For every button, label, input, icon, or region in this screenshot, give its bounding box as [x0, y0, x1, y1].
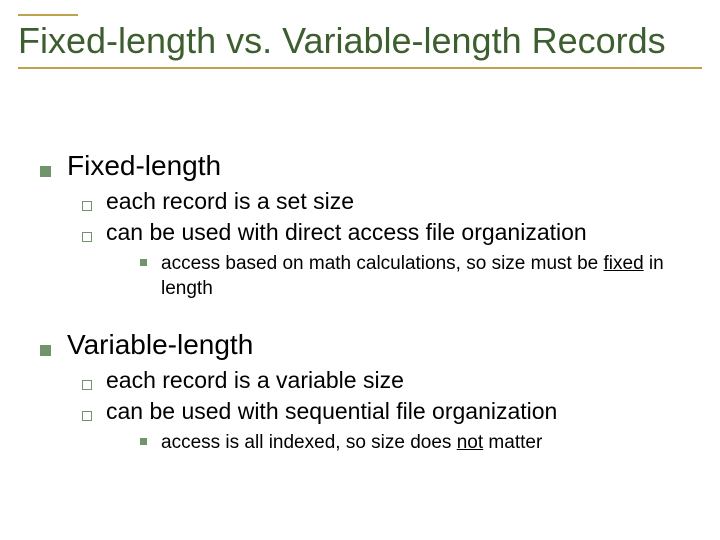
- slide-body: Fixed-length each record is a set size c…: [40, 140, 690, 460]
- title-block: Fixed-length vs. Variable-length Records: [18, 14, 702, 69]
- sub-bullet-text: access based on math calculations, so si…: [161, 252, 690, 301]
- slide: { "title": "Fixed-length vs. Variable-le…: [0, 0, 720, 540]
- sub-bullet-text: access is all indexed, so size does not …: [161, 431, 542, 456]
- slide-title: Fixed-length vs. Variable-length Records: [18, 18, 702, 67]
- title-rule-bottom: [18, 67, 702, 69]
- bullet-text: can be used with sequential file organiz…: [106, 398, 557, 425]
- heading-text: Variable-length: [67, 329, 253, 361]
- text-run: access based on math calculations, so si…: [161, 253, 604, 274]
- bullet-item: each record is a set size: [82, 188, 690, 215]
- spacer: [40, 305, 690, 319]
- bullet-item: each record is a variable size: [82, 367, 690, 394]
- small-square-bullet-icon: [140, 438, 147, 445]
- bullet-text: each record is a variable size: [106, 367, 404, 394]
- bullet-item: can be used with sequential file organiz…: [82, 398, 690, 425]
- sub-bullet-item: access is all indexed, so size does not …: [140, 431, 690, 456]
- underlined-text: not: [457, 432, 483, 453]
- section-heading: Fixed-length: [40, 150, 690, 182]
- hollow-square-bullet-icon: [82, 380, 92, 390]
- square-bullet-icon: [40, 345, 51, 356]
- hollow-square-bullet-icon: [82, 201, 92, 211]
- sub-bullet-item: access based on math calculations, so si…: [140, 252, 690, 301]
- small-square-bullet-icon: [140, 259, 147, 266]
- hollow-square-bullet-icon: [82, 411, 92, 421]
- bullet-text: each record is a set size: [106, 188, 354, 215]
- bullet-text: can be used with direct access file orga…: [106, 219, 587, 246]
- title-rule-top: [18, 14, 78, 16]
- underlined-text: fixed: [604, 253, 644, 274]
- text-run: matter: [483, 432, 542, 453]
- section-heading: Variable-length: [40, 329, 690, 361]
- heading-text: Fixed-length: [67, 150, 221, 182]
- hollow-square-bullet-icon: [82, 232, 92, 242]
- text-run: access is all indexed, so size does: [161, 432, 457, 453]
- square-bullet-icon: [40, 166, 51, 177]
- bullet-item: can be used with direct access file orga…: [82, 219, 690, 246]
